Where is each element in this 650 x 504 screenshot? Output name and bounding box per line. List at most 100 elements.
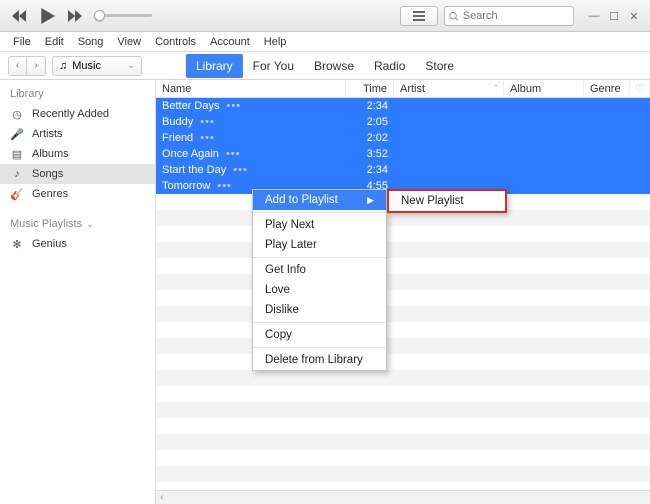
submenu-item-new-playlist[interactable]: New Playlist xyxy=(389,191,505,211)
menu-item[interactable]: Love xyxy=(253,280,386,300)
column-header-album[interactable]: Album xyxy=(504,80,584,97)
view-tabs: Library For You Browse Radio Store xyxy=(186,54,464,78)
column-header-artist[interactable]: Artistˆ xyxy=(394,80,504,97)
heart-icon: ♡ xyxy=(635,82,645,95)
column-header-love[interactable]: ♡ xyxy=(630,80,650,97)
sidebar: Library ◷ Recently Added 🎤 Artists ▤ Alb… xyxy=(0,80,156,504)
song-time: 2:05 xyxy=(346,116,394,128)
menu-item[interactable]: Delete from Library xyxy=(253,350,386,370)
toolbar: ‹ › ♫ Music ⌄ Library For You Browse Radi… xyxy=(0,52,650,80)
music-note-icon: ♫ xyxy=(59,60,67,72)
song-row[interactable]: Start the Day •••2:34 xyxy=(156,162,650,178)
sidebar-item-label: Albums xyxy=(32,148,69,160)
tab-radio[interactable]: Radio xyxy=(364,54,415,78)
sidebar-item-genius[interactable]: ✻ Genius xyxy=(0,234,155,254)
prev-button[interactable] xyxy=(8,6,30,26)
menu-help[interactable]: Help xyxy=(257,34,294,50)
more-icon[interactable]: ••• xyxy=(217,180,232,192)
list-view-button[interactable] xyxy=(400,6,438,26)
tab-library[interactable]: Library xyxy=(186,54,243,78)
genre-icon: 🎸 xyxy=(10,187,24,201)
song-row[interactable]: Friend •••2:02 xyxy=(156,130,650,146)
song-time: 3:52 xyxy=(346,148,394,160)
sidebar-item-recently-added[interactable]: ◷ Recently Added xyxy=(0,104,155,124)
song-name: Better Days ••• xyxy=(156,100,346,112)
submenu-arrow-icon: ▶ xyxy=(367,195,374,206)
menu-song[interactable]: Song xyxy=(71,34,111,50)
song-row[interactable]: Better Days •••2:34 xyxy=(156,98,650,114)
song-name: Friend ••• xyxy=(156,132,346,144)
tab-store[interactable]: Store xyxy=(415,54,464,78)
minimize-button[interactable]: — xyxy=(584,7,604,25)
menu-item[interactable]: Dislike xyxy=(253,300,386,320)
song-name: Once Again ••• xyxy=(156,148,346,160)
column-header-row: Name Time Artistˆ Album Genre ♡ xyxy=(156,80,650,98)
sidebar-heading-library: Library xyxy=(0,86,155,104)
sidebar-item-genres[interactable]: 🎸 Genres xyxy=(0,184,155,204)
menu-item[interactable]: Copy xyxy=(253,325,386,345)
playback-controls xyxy=(8,6,86,26)
scroll-left-icon: ‹ xyxy=(156,492,168,503)
play-button[interactable] xyxy=(36,6,58,26)
mic-icon: 🎤 xyxy=(10,127,24,141)
nav-back-button[interactable]: ‹ xyxy=(9,57,27,75)
sidebar-heading-playlists[interactable]: Music Playlists ⌄ xyxy=(0,216,155,234)
note-icon: ♪ xyxy=(10,167,24,181)
context-menu: Add to Playlist▶ Play NextPlay Later Get I… xyxy=(252,189,387,371)
more-icon[interactable]: ••• xyxy=(226,148,241,160)
genius-icon: ✻ xyxy=(10,237,24,251)
dropdown-icon: ⌄ xyxy=(127,60,135,71)
close-button[interactable]: ✕ xyxy=(624,7,644,25)
song-name: Buddy ••• xyxy=(156,116,346,128)
menu-item[interactable]: Add to Playlist▶ xyxy=(253,190,386,210)
more-icon[interactable]: ••• xyxy=(200,132,215,144)
sidebar-item-label: Genres xyxy=(32,188,68,200)
sidebar-item-label: Recently Added xyxy=(32,108,109,120)
sidebar-item-albums[interactable]: ▤ Albums xyxy=(0,144,155,164)
menu-item[interactable]: Play Next xyxy=(253,215,386,235)
sort-indicator-icon: ˆ xyxy=(494,84,497,93)
column-header-name[interactable]: Name xyxy=(156,80,346,97)
search-input[interactable] xyxy=(444,6,574,26)
sidebar-item-label: Songs xyxy=(32,168,63,180)
menu-controls[interactable]: Controls xyxy=(148,34,203,50)
maximize-button[interactable]: ☐ xyxy=(604,7,624,25)
titlebar: — ☐ ✕ xyxy=(0,0,650,32)
song-name: Start the Day ••• xyxy=(156,164,346,176)
column-header-time[interactable]: Time xyxy=(346,80,394,97)
menu-file[interactable]: File xyxy=(6,34,38,50)
song-time: 2:34 xyxy=(346,164,394,176)
context-submenu: New Playlist xyxy=(387,189,507,213)
more-icon[interactable]: ••• xyxy=(200,116,215,128)
tab-browse[interactable]: Browse xyxy=(304,54,364,78)
sidebar-item-songs[interactable]: ♪ Songs xyxy=(0,164,155,184)
menu-item[interactable]: Play Later xyxy=(253,235,386,255)
sidebar-item-artists[interactable]: 🎤 Artists xyxy=(0,124,155,144)
content-area: Name Time Artistˆ Album Genre ♡ Better D… xyxy=(156,80,650,504)
menu-item[interactable]: Get Info xyxy=(253,260,386,280)
song-time: 2:34 xyxy=(346,100,394,112)
source-label: Music xyxy=(72,60,101,72)
menubar: File Edit Song View Controls Account Hel… xyxy=(0,32,650,52)
chevron-down-icon: ⌄ xyxy=(86,219,94,230)
more-icon[interactable]: ••• xyxy=(233,164,248,176)
menu-edit[interactable]: Edit xyxy=(38,34,71,50)
volume-slider[interactable] xyxy=(94,14,152,17)
horizontal-scrollbar[interactable]: ‹ xyxy=(156,490,650,504)
search-icon xyxy=(449,11,459,22)
nav-forward-button[interactable]: › xyxy=(27,57,45,75)
album-icon: ▤ xyxy=(10,147,24,161)
window-controls: — ☐ ✕ xyxy=(584,7,644,25)
clock-icon: ◷ xyxy=(10,107,24,121)
more-icon[interactable]: ••• xyxy=(227,100,242,112)
song-list: Better Days •••2:34Buddy •••2:05Friend •… xyxy=(156,98,650,490)
menu-view[interactable]: View xyxy=(110,34,148,50)
tab-for-you[interactable]: For You xyxy=(243,54,304,78)
column-header-genre[interactable]: Genre xyxy=(584,80,630,97)
source-selector[interactable]: ♫ Music ⌄ xyxy=(52,56,142,76)
menu-account[interactable]: Account xyxy=(203,34,257,50)
song-row[interactable]: Once Again •••3:52 xyxy=(156,146,650,162)
next-button[interactable] xyxy=(64,6,86,26)
song-row[interactable]: Buddy •••2:05 xyxy=(156,114,650,130)
sidebar-item-label: Genius xyxy=(32,238,67,250)
